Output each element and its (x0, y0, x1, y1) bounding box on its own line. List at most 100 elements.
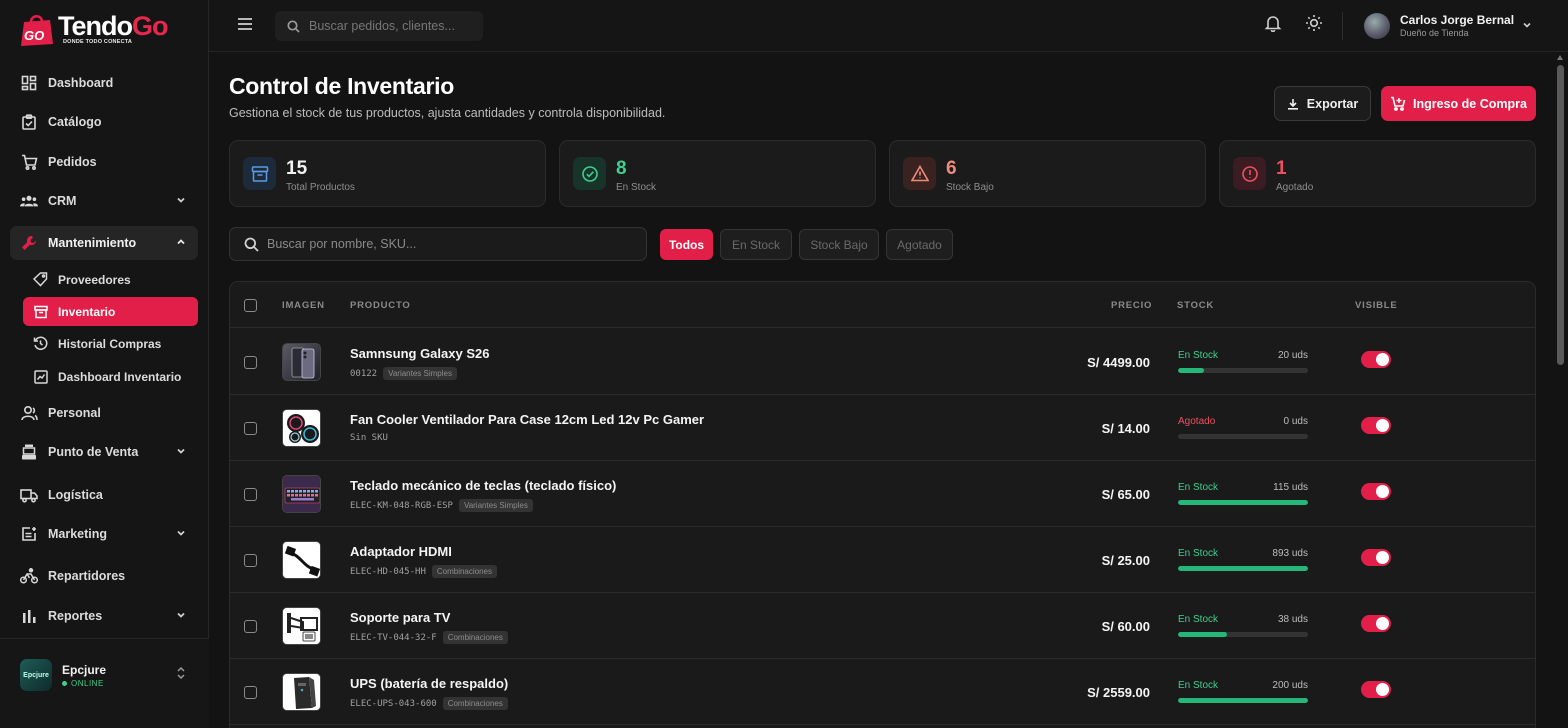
table-row[interactable]: Soporte para TV ELEC-TV-044-32-F Combinac… (230, 593, 1535, 659)
toggle-knob (1376, 617, 1389, 630)
dashboard-icon (20, 74, 38, 92)
unfold-icon[interactable] (175, 666, 187, 680)
product-name[interactable]: UPS (batería de respaldo) (350, 676, 508, 691)
stock-level-bar (1178, 566, 1308, 571)
row-checkbox[interactable] (244, 554, 257, 567)
table-row[interactable]: UPS (batería de respaldo) ELEC-UPS-043-6… (230, 659, 1535, 725)
stock-status: En Stock (1178, 548, 1219, 559)
toggle-knob (1376, 683, 1389, 696)
sun-icon[interactable] (1305, 14, 1323, 32)
sidebar-item-dashboard-inventario[interactable]: Dashboard Inventario (23, 362, 198, 391)
stat-in-stock: 8 En Stock (559, 140, 876, 207)
row-checkbox[interactable] (244, 422, 257, 435)
visible-toggle[interactable] (1361, 615, 1391, 632)
sidebar-item-pedidos[interactable]: Pedidos (10, 145, 198, 179)
sidebar-item-punto-de-venta[interactable]: Punto de Venta (10, 435, 198, 469)
stat-label: Total Productos (286, 182, 355, 193)
global-search[interactable] (275, 11, 483, 41)
inventory-search[interactable] (229, 227, 647, 261)
visible-toggle[interactable] (1361, 483, 1391, 500)
visible-toggle[interactable] (1361, 681, 1391, 698)
topbar: Carlos Jorge Bernal Dueño de Tienda (209, 0, 1568, 52)
scrollbar-thumb[interactable] (1557, 65, 1564, 365)
row-checkbox[interactable] (244, 488, 257, 501)
variant-tag: Variantes Simples (458, 499, 533, 512)
search-icon (287, 19, 300, 33)
sidebar-item-dashboard[interactable]: Dashboard (10, 66, 198, 100)
chevron-down-icon (177, 530, 185, 536)
product-name[interactable]: Adaptador HDMI (350, 544, 452, 559)
product-sku: ELEC-UPS-043-600 Combinaciones (350, 697, 508, 710)
check-circle-icon (573, 157, 606, 190)
store-switcher[interactable]: Epcjure Epcjure ONLINE (0, 638, 209, 728)
stock-level-bar (1178, 368, 1308, 373)
column-header-image: IMAGEN (282, 300, 325, 311)
stock-level-bar (1178, 434, 1308, 439)
product-name[interactable]: Soporte para TV (350, 610, 450, 625)
table-row[interactable]: Adaptador HDMI ELEC-HD-045-HH Combinacion… (230, 527, 1535, 593)
brand-tagline: DONDE TODO CONECTA (63, 39, 133, 45)
table-row[interactable]: Fan Cooler Ventilador Para Case 12cm Led… (230, 395, 1535, 461)
stat-label: Agotado (1276, 182, 1314, 193)
user-avatar[interactable] (1364, 13, 1390, 39)
export-button[interactable]: Exportar (1274, 86, 1371, 121)
alert-circle-icon (1233, 157, 1266, 190)
sidebar-item-marketing[interactable]: Marketing (10, 517, 198, 551)
warning-triangle-icon (903, 157, 936, 190)
filter-chip-stock-bajo[interactable]: Stock Bajo (799, 229, 879, 260)
product-name[interactable]: Fan Cooler Ventilador Para Case 12cm Led… (350, 412, 704, 427)
sidebar-item-mantenimiento[interactable]: Mantenimiento (10, 226, 198, 260)
chevron-down-icon[interactable] (1522, 20, 1532, 30)
download-icon (1287, 98, 1298, 110)
brand-logo[interactable]: GO TendoGo DONDE TODO CONECTA (18, 8, 198, 48)
global-search-input[interactable] (309, 19, 479, 33)
chevron-down-icon (177, 448, 185, 454)
purchase-entry-button[interactable]: Ingreso de Compra (1381, 86, 1536, 121)
sidebar-item-historial-compras[interactable]: Historial Compras (23, 329, 198, 358)
user-name[interactable]: Carlos Jorge Bernal (1400, 13, 1514, 27)
row-checkbox[interactable] (244, 620, 257, 633)
stock-status: En Stock (1178, 614, 1219, 625)
row-checkbox[interactable] (244, 356, 257, 369)
filter-chip-agotado[interactable]: Agotado (886, 229, 953, 260)
scroll-up-arrow-icon[interactable] (1557, 55, 1563, 60)
visible-toggle[interactable] (1361, 549, 1391, 566)
sidebar-item-inventario[interactable]: Inventario (23, 297, 198, 326)
table-row[interactable]: Samnsung Galaxy S26 00122 Variantes Simpl… (230, 329, 1535, 395)
filter-chip-todos[interactable]: Todos (660, 229, 713, 260)
stock-level-bar (1178, 632, 1308, 637)
product-name[interactable]: Samnsung Galaxy S26 (350, 346, 489, 361)
product-price: S/ 60.00 (1101, 619, 1150, 634)
product-price: S/ 14.00 (1101, 421, 1150, 436)
bell-icon[interactable] (1264, 14, 1282, 32)
visible-toggle[interactable] (1361, 351, 1391, 368)
stock-status: En Stock (1178, 680, 1219, 691)
row-checkbox[interactable] (244, 686, 257, 699)
sidebar-item-catalogo[interactable]: Catálogo (10, 105, 198, 139)
visible-toggle[interactable] (1361, 417, 1391, 434)
sidebar-item-repartidores[interactable]: Repartidores (10, 559, 198, 593)
table-row[interactable]: Teclado mecánico de teclas (teclado físi… (230, 461, 1535, 527)
sidebar-item-crm[interactable]: CRM (10, 184, 198, 218)
sidebar-item-proveedores[interactable]: Proveedores (23, 265, 198, 294)
stat-value: 1 (1276, 158, 1287, 179)
sidebar-item-logistica[interactable]: Logística (10, 478, 198, 512)
main-content: Control de Inventario Gestiona el stock … (209, 53, 1554, 728)
menu-icon[interactable] (236, 15, 254, 33)
stat-low-stock: 6 Stock Bajo (889, 140, 1206, 207)
tag-icon (33, 272, 48, 287)
store-name: Epcjure (62, 663, 107, 677)
product-name[interactable]: Teclado mecánico de teclas (teclado físi… (350, 478, 616, 493)
column-header-stock: STOCK (1177, 300, 1215, 311)
filter-chip-en-stock[interactable]: En Stock (720, 229, 792, 260)
select-all-checkbox[interactable] (244, 299, 257, 312)
user-role: Dueño de Tienda (1400, 28, 1469, 38)
sidebar-item-personal[interactable]: Personal (10, 396, 198, 430)
bar-chart-icon (20, 607, 38, 625)
page-scrollbar[interactable] (1556, 53, 1565, 728)
column-header-product: PRODUCTO (350, 300, 411, 311)
sidebar-item-reportes[interactable]: Reportes (10, 599, 198, 633)
ups-image-icon (283, 674, 320, 710)
inventory-search-input[interactable] (267, 237, 627, 251)
cart-icon (20, 153, 38, 171)
